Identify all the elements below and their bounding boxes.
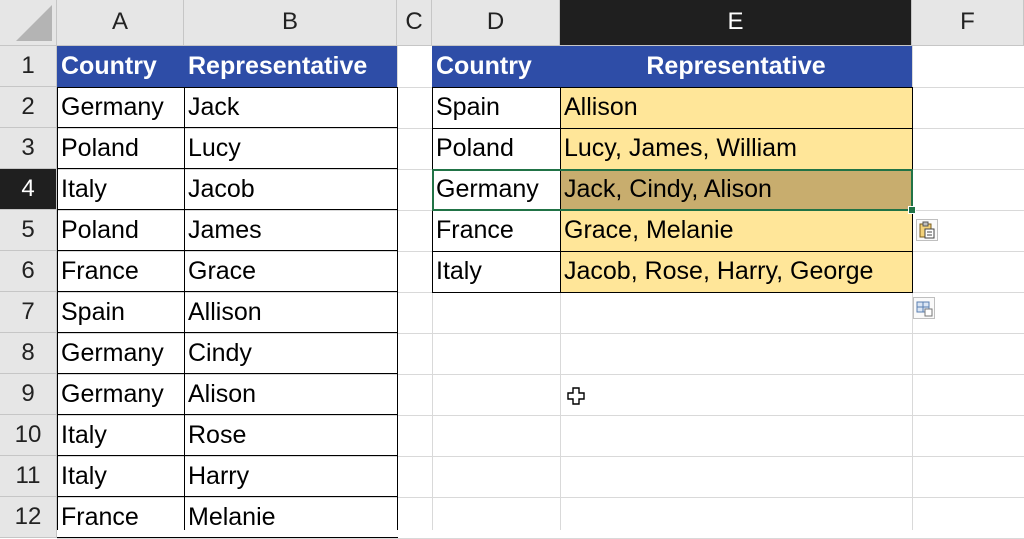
source-country-cell[interactable]: Poland (57, 210, 184, 251)
source-country-cell[interactable]: France (57, 497, 184, 538)
row-header-12[interactable]: 12 (0, 497, 57, 538)
fill-handle[interactable] (908, 206, 916, 214)
spreadsheet-grid[interactable]: A B C D E F 1 2 3 4 5 6 7 8 9 10 11 12 Country Representati… (0, 0, 1024, 539)
row-header-10[interactable]: 10 (0, 415, 57, 456)
result-table-border (912, 87, 913, 293)
source-country-cell[interactable]: France (57, 251, 184, 292)
source-representative-cell[interactable]: Melanie (184, 497, 397, 538)
select-all-triangle (16, 5, 52, 41)
result-table-border (432, 251, 913, 252)
row-header-8[interactable]: 8 (0, 333, 57, 374)
source-table-border (57, 291, 398, 292)
column-header-d[interactable]: D (432, 0, 560, 46)
result-table-border (560, 87, 561, 293)
column-header-a[interactable]: A (57, 0, 184, 46)
source-table-border (57, 87, 398, 88)
source-country-cell[interactable]: Germany (57, 374, 184, 415)
source-country-cell[interactable]: Germany (57, 87, 184, 128)
source-country-cell[interactable]: Italy (57, 169, 184, 210)
source-country-cell[interactable]: Poland (57, 128, 184, 169)
row-header-4[interactable]: 4 (0, 169, 57, 210)
source-table-border (184, 87, 185, 530)
row-header-3[interactable]: 3 (0, 128, 57, 169)
select-all-icon[interactable] (0, 0, 57, 46)
result-table-border (432, 210, 913, 211)
result-table-border (432, 169, 913, 170)
source-representative-cell[interactable]: James (184, 210, 397, 251)
result-table-border (432, 128, 913, 129)
quick-analysis-icon[interactable] (913, 297, 935, 319)
row-header-1[interactable]: 1 (0, 46, 57, 87)
source-country-cell[interactable]: Italy (57, 456, 184, 497)
source-table-border (57, 127, 398, 128)
source-country-cell[interactable]: Spain (57, 292, 184, 333)
result-representative-cell[interactable]: Lucy, James, William (560, 128, 912, 169)
row-header-5[interactable]: 5 (0, 210, 57, 251)
result-representative-cell[interactable]: Jack, Cindy, Alison (560, 169, 912, 210)
source-representative-cell[interactable]: Lucy (184, 128, 397, 169)
source-representative-cell[interactable]: Allison (184, 292, 397, 333)
source-table-border (57, 250, 398, 251)
row-header-7[interactable]: 7 (0, 292, 57, 333)
result-country-cell[interactable]: Germany (432, 169, 560, 210)
source-table-border (397, 87, 398, 530)
result-representative-cell[interactable]: Jacob, Rose, Harry, George (560, 251, 912, 292)
source-representative-cell[interactable]: Harry (184, 456, 397, 497)
result-representative-cell[interactable]: Grace, Melanie (560, 210, 912, 251)
source-table-border (57, 455, 398, 456)
source-table-border (57, 87, 58, 530)
source-representative-cell[interactable]: Cindy (184, 333, 397, 374)
row-header-2[interactable]: 2 (0, 87, 57, 128)
source-table-border (57, 168, 398, 169)
result-table-border (432, 87, 913, 88)
source-table-border (57, 414, 398, 415)
source-header-country[interactable]: Country (57, 46, 184, 87)
source-table-border (57, 209, 398, 210)
result-representative-cell[interactable]: Allison (560, 87, 912, 128)
result-header-country[interactable]: Country (432, 46, 560, 87)
paste-options-icon[interactable] (916, 219, 938, 241)
cell-cursor-icon (567, 387, 585, 405)
source-table-border (57, 537, 398, 538)
source-country-cell[interactable]: Germany (57, 333, 184, 374)
source-representative-cell[interactable]: Grace (184, 251, 397, 292)
source-table-border (57, 332, 398, 333)
source-representative-cell[interactable]: Jacob (184, 169, 397, 210)
row-header-9[interactable]: 9 (0, 374, 57, 415)
source-country-cell[interactable]: Italy (57, 415, 184, 456)
column-header-c[interactable]: C (397, 0, 432, 46)
row-header-6[interactable]: 6 (0, 251, 57, 292)
result-country-cell[interactable]: Spain (432, 87, 560, 128)
result-header-representative[interactable]: Representative (560, 46, 912, 87)
result-table-border (432, 292, 913, 293)
result-table-border (432, 87, 433, 293)
source-header-representative[interactable]: Representative (184, 46, 397, 87)
source-table-border (57, 496, 398, 497)
source-representative-cell[interactable]: Rose (184, 415, 397, 456)
column-header-f[interactable]: F (912, 0, 1024, 46)
column-header-b[interactable]: B (184, 0, 397, 46)
source-table-border (57, 373, 398, 374)
result-country-cell[interactable]: Italy (432, 251, 560, 292)
row-header-11[interactable]: 11 (0, 456, 57, 497)
result-country-cell[interactable]: France (432, 210, 560, 251)
source-representative-cell[interactable]: Alison (184, 374, 397, 415)
column-header-e[interactable]: E (560, 0, 912, 46)
result-country-cell[interactable]: Poland (432, 128, 560, 169)
source-representative-cell[interactable]: Jack (184, 87, 397, 128)
